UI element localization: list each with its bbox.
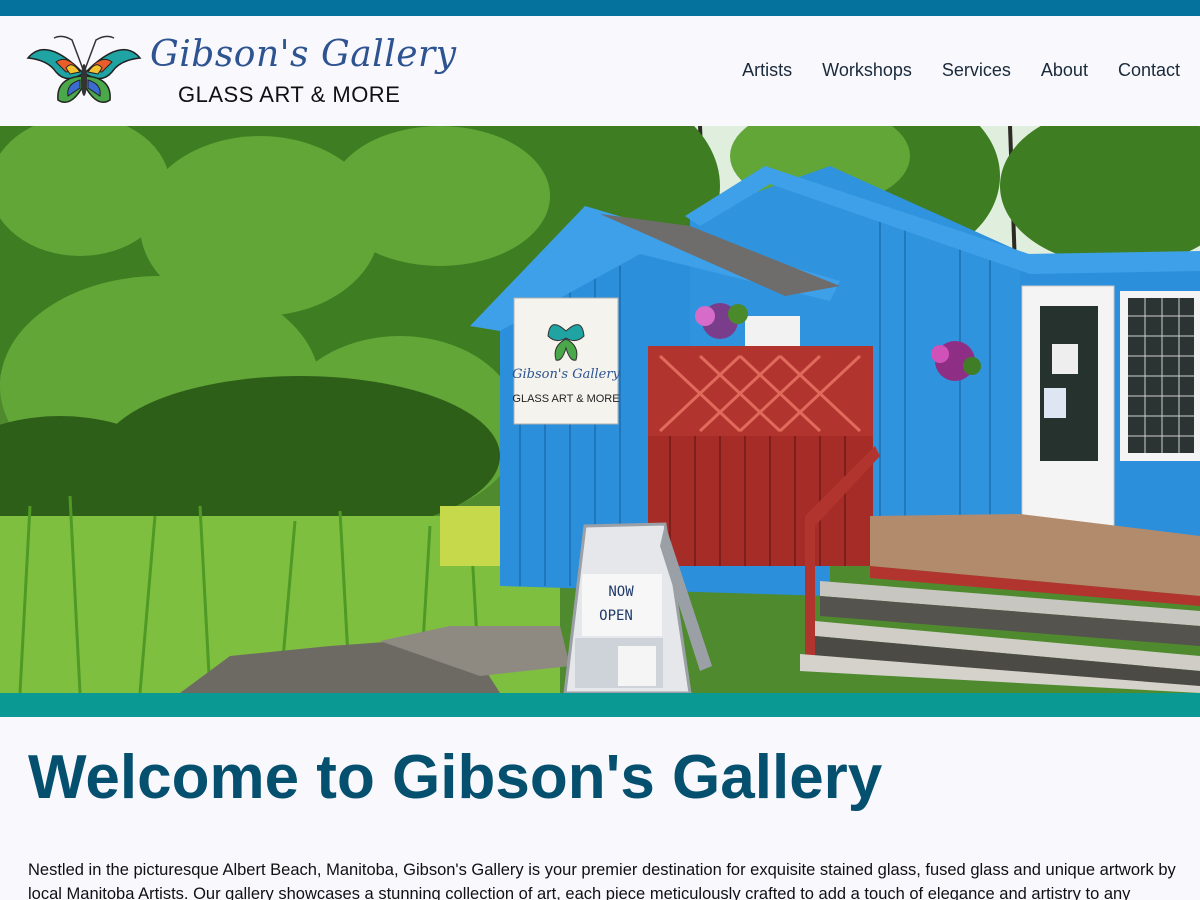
wall-sign-title: Gibson's Gallery bbox=[512, 367, 620, 382]
brand-subtitle: GLASS ART & MORE bbox=[178, 82, 401, 107]
board-text-open: OPEN bbox=[599, 608, 633, 624]
top-accent-strip bbox=[0, 0, 1200, 16]
hero-image: Gibson's Gallery GLASS ART & MORE NOW OP… bbox=[0, 126, 1200, 693]
nav-item-about[interactable]: About bbox=[1041, 60, 1088, 81]
nav-item-services[interactable]: Services bbox=[942, 60, 1011, 81]
nav-item-artists[interactable]: Artists bbox=[742, 60, 792, 81]
site-logo[interactable]: Gibson's Gallery GLASS ART & MORE bbox=[26, 32, 456, 112]
accent-divider bbox=[0, 693, 1200, 717]
butterfly-icon bbox=[26, 35, 142, 103]
board-text-now: NOW bbox=[608, 584, 634, 600]
site-header: Gibson's Gallery GLASS ART & MORE Artist… bbox=[0, 16, 1200, 126]
gallery-building-illustration: Gibson's Gallery GLASS ART & MORE NOW OP… bbox=[0, 126, 1200, 693]
nav-item-workshops[interactable]: Workshops bbox=[822, 60, 912, 81]
nav-item-contact[interactable]: Contact bbox=[1118, 60, 1180, 81]
page-title: Welcome to Gibson's Gallery bbox=[28, 743, 883, 812]
main-nav: Artists Workshops Services About Contact bbox=[742, 60, 1180, 81]
wall-sign-subtitle: GLASS ART & MORE bbox=[512, 393, 619, 405]
brand-title: Gibson's Gallery bbox=[150, 34, 457, 75]
intro-paragraph: Nestled in the picturesque Albert Beach,… bbox=[28, 861, 1176, 900]
